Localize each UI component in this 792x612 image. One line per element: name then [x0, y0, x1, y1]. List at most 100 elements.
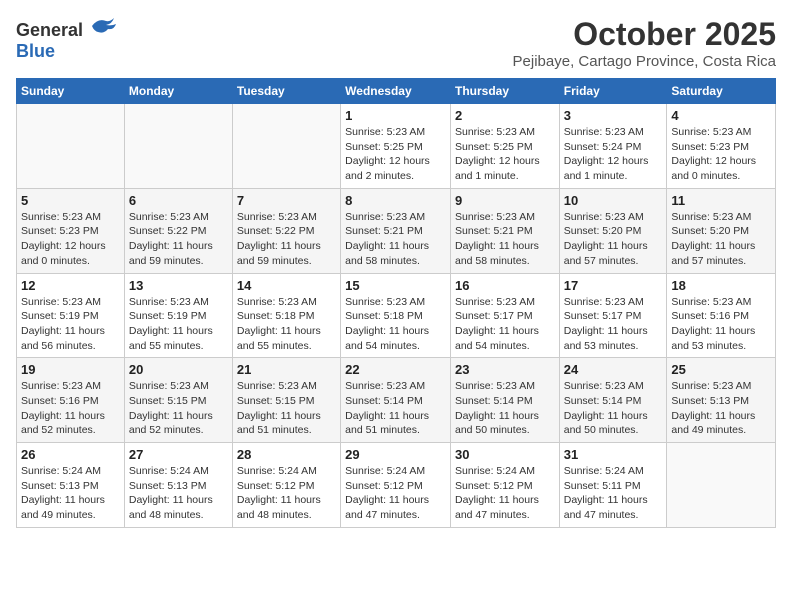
day-info: Sunrise: 5:23 AMSunset: 5:25 PMDaylight:… [345, 125, 446, 184]
calendar-cell [667, 443, 776, 528]
calendar-cell: 15 Sunrise: 5:23 AMSunset: 5:18 PMDayligh… [341, 273, 451, 358]
calendar-cell: 17 Sunrise: 5:23 AMSunset: 5:17 PMDayligh… [559, 273, 667, 358]
day-info: Sunrise: 5:23 AMSunset: 5:22 PMDaylight:… [129, 210, 228, 269]
calendar-cell: 4Sunrise: 5:23 AMSunset: 5:23 PMDaylight… [667, 104, 776, 189]
day-info: Sunrise: 5:23 AMSunset: 5:20 PMDaylight:… [671, 210, 771, 269]
day-info: Sunrise: 5:23 AMSunset: 5:14 PMDaylight:… [345, 379, 446, 438]
day-number: 28 [237, 447, 336, 462]
calendar-table: SundayMondayTuesdayWednesdayThursdayFrid… [16, 78, 776, 528]
day-info: Sunrise: 5:23 AMSunset: 5:16 PMDaylight:… [671, 295, 771, 354]
location-subtitle: Pejibaye, Cartago Province, Costa Rica [513, 53, 776, 70]
calendar-cell: 20 Sunrise: 5:23 AMSunset: 5:15 PMDayligh… [124, 358, 232, 443]
day-info: Sunrise: 5:23 AMSunset: 5:21 PMDaylight:… [345, 210, 446, 269]
day-info: Sunrise: 5:23 AMSunset: 5:14 PMDaylight:… [564, 379, 663, 438]
calendar-cell: 22 Sunrise: 5:23 AMSunset: 5:14 PMDayligh… [341, 358, 451, 443]
day-info: Sunrise: 5:23 AMSunset: 5:18 PMDaylight:… [237, 295, 336, 354]
day-number: 26 [21, 447, 120, 462]
weekday-header-friday: Friday [559, 79, 667, 104]
day-number: 22 [345, 362, 446, 377]
day-info: Sunrise: 5:24 AMSunset: 5:12 PMDaylight:… [455, 464, 555, 523]
day-number: 6 [129, 193, 228, 208]
day-number: 31 [564, 447, 663, 462]
weekday-header-row: SundayMondayTuesdayWednesdayThursdayFrid… [17, 79, 776, 104]
weekday-header-monday: Monday [124, 79, 232, 104]
day-info: Sunrise: 5:23 AMSunset: 5:17 PMDaylight:… [455, 295, 555, 354]
day-info: Sunrise: 5:23 AMSunset: 5:23 PMDaylight:… [671, 125, 771, 184]
month-title: October 2025 [513, 16, 776, 53]
day-number: 3 [564, 108, 663, 123]
day-info: Sunrise: 5:23 AMSunset: 5:18 PMDaylight:… [345, 295, 446, 354]
day-number: 10 [564, 193, 663, 208]
calendar-cell: 27Sunrise: 5:24 AMSunset: 5:13 PMDayligh… [124, 443, 232, 528]
day-number: 19 [21, 362, 120, 377]
calendar-cell: 21 Sunrise: 5:23 AMSunset: 5:15 PMDayligh… [232, 358, 340, 443]
calendar-cell: 9 Sunrise: 5:23 AMSunset: 5:21 PMDaylight… [450, 188, 559, 273]
day-number: 8 [345, 193, 446, 208]
logo-bird-icon [90, 16, 118, 36]
day-info: Sunrise: 5:24 AMSunset: 5:11 PMDaylight:… [564, 464, 663, 523]
calendar-cell: 26 Sunrise: 5:24 AMSunset: 5:13 PMDayligh… [17, 443, 125, 528]
day-info: Sunrise: 5:23 AMSunset: 5:13 PMDaylight:… [671, 379, 771, 438]
day-number: 24 [564, 362, 663, 377]
weekday-header-saturday: Saturday [667, 79, 776, 104]
calendar-week-row: 19Sunrise: 5:23 AMSunset: 5:16 PMDayligh… [17, 358, 776, 443]
day-info: Sunrise: 5:23 AMSunset: 5:23 PMDaylight:… [21, 210, 120, 269]
day-info: Sunrise: 5:23 AMSunset: 5:19 PMDaylight:… [129, 295, 228, 354]
day-number: 5 [21, 193, 120, 208]
day-number: 20 [129, 362, 228, 377]
calendar-cell: 23 Sunrise: 5:23 AMSunset: 5:14 PMDayligh… [450, 358, 559, 443]
day-number: 15 [345, 278, 446, 293]
day-number: 9 [455, 193, 555, 208]
weekday-header-wednesday: Wednesday [341, 79, 451, 104]
day-number: 21 [237, 362, 336, 377]
day-number: 29 [345, 447, 446, 462]
calendar-cell: 30 Sunrise: 5:24 AMSunset: 5:12 PMDayligh… [450, 443, 559, 528]
day-info: Sunrise: 5:24 AMSunset: 5:12 PMDaylight:… [237, 464, 336, 523]
day-info: Sunrise: 5:23 AMSunset: 5:15 PMDaylight:… [129, 379, 228, 438]
day-info: Sunrise: 5:23 AMSunset: 5:19 PMDaylight:… [21, 295, 120, 354]
calendar-cell: 7 Sunrise: 5:23 AMSunset: 5:22 PMDaylight… [232, 188, 340, 273]
weekday-header-thursday: Thursday [450, 79, 559, 104]
calendar-cell: 12 Sunrise: 5:23 AMSunset: 5:19 PMDayligh… [17, 273, 125, 358]
logo-blue-text: Blue [16, 41, 55, 62]
day-info: Sunrise: 5:23 AMSunset: 5:24 PMDaylight:… [564, 125, 663, 184]
day-info: Sunrise: 5:24 AMSunset: 5:12 PMDaylight:… [345, 464, 446, 523]
weekday-header-sunday: Sunday [17, 79, 125, 104]
calendar-cell: 18 Sunrise: 5:23 AMSunset: 5:16 PMDayligh… [667, 273, 776, 358]
day-info: Sunrise: 5:24 AMSunset: 5:13 PMDaylight:… [21, 464, 120, 523]
calendar-cell: 24 Sunrise: 5:23 AMSunset: 5:14 PMDayligh… [559, 358, 667, 443]
calendar-week-row: 1Sunrise: 5:23 AMSunset: 5:25 PMDaylight… [17, 104, 776, 189]
day-number: 17 [564, 278, 663, 293]
calendar-cell: 1Sunrise: 5:23 AMSunset: 5:25 PMDaylight… [341, 104, 451, 189]
day-number: 27 [129, 447, 228, 462]
calendar-week-row: 12 Sunrise: 5:23 AMSunset: 5:19 PMDayligh… [17, 273, 776, 358]
day-number: 18 [671, 278, 771, 293]
day-info: Sunrise: 5:23 AMSunset: 5:21 PMDaylight:… [455, 210, 555, 269]
calendar-cell: 11 Sunrise: 5:23 AMSunset: 5:20 PMDayligh… [667, 188, 776, 273]
day-number: 2 [455, 108, 555, 123]
calendar-cell: 5 Sunrise: 5:23 AMSunset: 5:23 PMDaylight… [17, 188, 125, 273]
day-number: 7 [237, 193, 336, 208]
day-info: Sunrise: 5:23 AMSunset: 5:14 PMDaylight:… [455, 379, 555, 438]
calendar-cell: 16 Sunrise: 5:23 AMSunset: 5:17 PMDayligh… [450, 273, 559, 358]
day-info: Sunrise: 5:23 AMSunset: 5:22 PMDaylight:… [237, 210, 336, 269]
day-info: Sunrise: 5:23 AMSunset: 5:15 PMDaylight:… [237, 379, 336, 438]
day-number: 30 [455, 447, 555, 462]
calendar-cell: 8 Sunrise: 5:23 AMSunset: 5:21 PMDaylight… [341, 188, 451, 273]
calendar-cell: 29 Sunrise: 5:24 AMSunset: 5:12 PMDayligh… [341, 443, 451, 528]
day-number: 12 [21, 278, 120, 293]
calendar-cell [17, 104, 125, 189]
calendar-cell: 25 Sunrise: 5:23 AMSunset: 5:13 PMDayligh… [667, 358, 776, 443]
day-info: Sunrise: 5:23 AMSunset: 5:17 PMDaylight:… [564, 295, 663, 354]
day-number: 23 [455, 362, 555, 377]
calendar-week-row: 26 Sunrise: 5:24 AMSunset: 5:13 PMDayligh… [17, 443, 776, 528]
logo-general-text: General [16, 20, 83, 40]
page-header: General Blue October 2025 Pejibaye, Cart… [16, 16, 776, 70]
calendar-cell: 6 Sunrise: 5:23 AMSunset: 5:22 PMDaylight… [124, 188, 232, 273]
day-number: 25 [671, 362, 771, 377]
day-number: 11 [671, 193, 771, 208]
day-info: Sunrise: 5:23 AMSunset: 5:25 PMDaylight:… [455, 125, 555, 184]
calendar-cell: 3 Sunrise: 5:23 AMSunset: 5:24 PMDaylight… [559, 104, 667, 189]
day-number: 16 [455, 278, 555, 293]
calendar-cell [232, 104, 340, 189]
